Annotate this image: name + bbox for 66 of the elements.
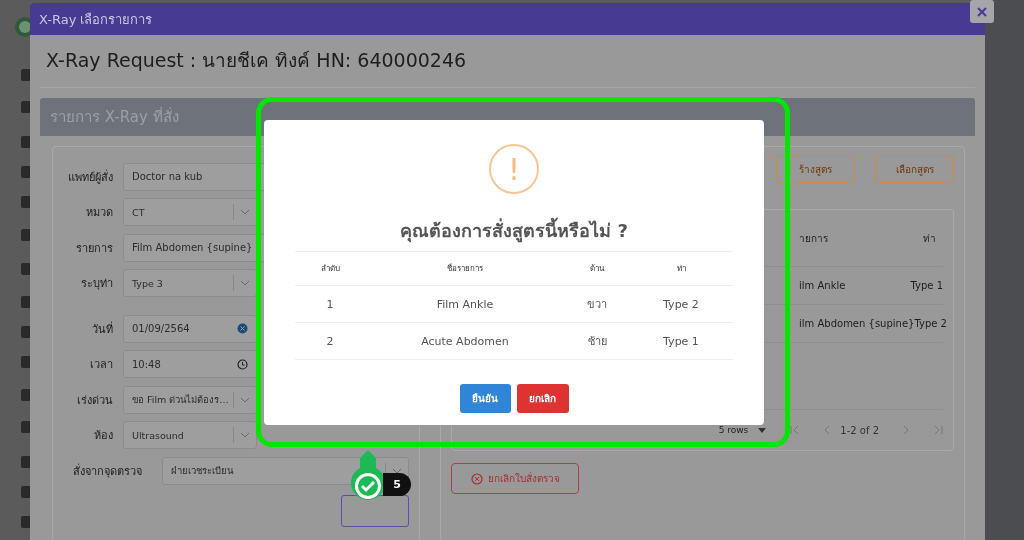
nav-icon[interactable]	[20, 195, 32, 209]
nav-icon[interactable]	[20, 515, 32, 529]
field-label: หมวด	[85, 205, 113, 222]
field-label: เร่งด่วน	[76, 392, 113, 409]
nav-icon[interactable]	[20, 165, 32, 179]
select-field[interactable]: Type 3	[123, 269, 257, 298]
formula-button[interactable]: เลือกสูตร	[875, 155, 954, 183]
close-circle-icon	[470, 472, 483, 485]
time-field[interactable]: 10:48	[123, 350, 257, 379]
nav-icon[interactable]	[20, 295, 32, 309]
table-cell: Type 1	[910, 280, 943, 291]
field-label: วันที่	[91, 320, 113, 338]
field-label: แพทย์ผู้สั่ง	[67, 168, 113, 186]
warning-icon: !	[489, 144, 539, 194]
dropdown-caret-icon[interactable]	[758, 427, 767, 433]
nav-icon[interactable]	[20, 228, 32, 242]
table-cell: 1	[326, 297, 334, 311]
select-field[interactable]: ขอ Film ด่วนไม่ต้องร…	[123, 385, 257, 414]
formula-button[interactable]: ร้างสูตร	[776, 155, 855, 183]
close-button[interactable]	[970, 0, 994, 23]
table-cell: Film Ankle	[436, 297, 494, 311]
select-field[interactable]: CT	[123, 198, 257, 227]
nav-icon[interactable]	[20, 100, 32, 114]
nav-icon[interactable]	[20, 455, 32, 469]
column-header: ชื่อรายการ	[447, 262, 483, 275]
column-header: ด้าน	[590, 263, 604, 275]
field-label: เวลา	[89, 357, 113, 374]
nav-icon[interactable]	[20, 485, 32, 499]
field-label: สั่งจากจุดตรวจ	[73, 462, 142, 480]
column-header: ายการ	[799, 231, 829, 246]
step-badge: 5	[383, 473, 411, 496]
date-field[interactable]: 01/09/2564	[123, 314, 257, 343]
nav-icon[interactable]	[20, 135, 32, 149]
field-label: ห้อง	[93, 428, 113, 445]
table-cell: Acute Abdomen	[421, 334, 509, 348]
table-cell: Type 2	[914, 318, 947, 329]
chevron-down-icon[interactable]	[392, 467, 402, 474]
confirm-button[interactable]: ยืนยัน	[459, 384, 511, 413]
field-label: ระบุท่า	[80, 276, 113, 293]
cancel-button[interactable]: ยกเลิก	[516, 384, 569, 413]
column-header: ท่า	[676, 263, 686, 275]
nav-icon[interactable]	[20, 68, 32, 82]
table-cell-text: ขวา	[587, 297, 607, 313]
nav-icon[interactable]	[20, 420, 32, 434]
column-header: ท่า	[923, 231, 936, 246]
nav-icon[interactable]	[20, 262, 32, 276]
request-heading: X-Ray Request : นายชีเค ทิงค์ HN: 640000246	[40, 35, 975, 88]
dialog-title: คุณต้องการสั่งสูตรนี้หรือไม่ ?	[400, 216, 628, 245]
table-cell: Type 2	[663, 297, 699, 311]
table-cell-text: ซ้าย	[587, 334, 607, 350]
nav-icon[interactable]	[20, 355, 32, 369]
select-field[interactable]: Ultrasound	[123, 421, 257, 450]
column-header: ลำดับ	[320, 263, 340, 275]
close-icon	[977, 6, 987, 17]
page-range: 1-2 of 2	[840, 424, 879, 436]
nav-icon[interactable]	[20, 325, 32, 339]
nav-icon[interactable]	[20, 388, 32, 402]
table-cell-text: ilm Ankle	[799, 280, 847, 291]
field-label: รายการ	[75, 240, 113, 257]
clock-icon[interactable]	[237, 358, 248, 370]
clear-icon[interactable]	[237, 323, 248, 335]
table-cell: ilm Abdomen {supine}	[799, 318, 915, 329]
modal-title: X-Ray เลือกรายการ	[39, 10, 153, 29]
table-cell: Type 1	[663, 334, 699, 348]
table-cell: 2	[326, 334, 334, 348]
rows-per-page[interactable]: 5 rows	[718, 425, 749, 435]
